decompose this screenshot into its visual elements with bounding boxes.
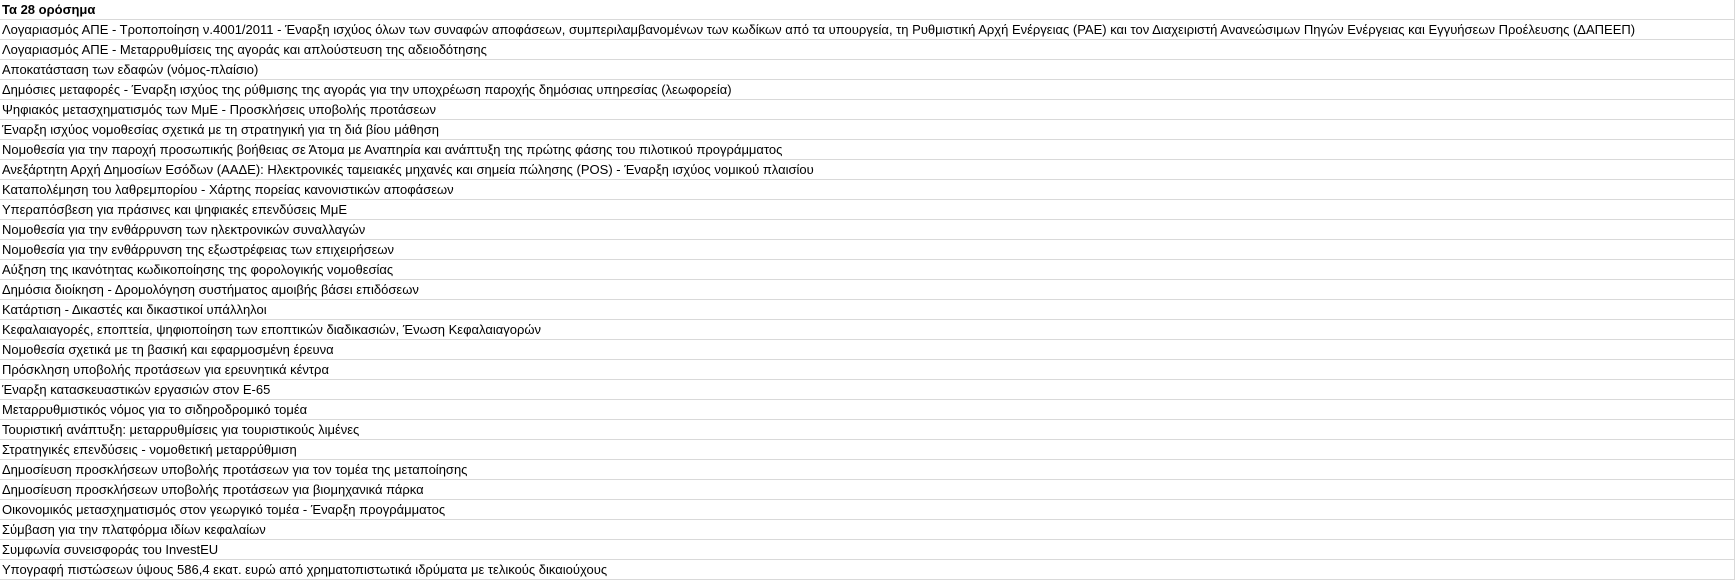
milestone-cell[interactable]: Λογαριασμός ΑΠΕ - Τροποποίηση ν.4001/201… — [0, 19, 1735, 40]
table-row: Λογαριασμός ΑΠΕ - Μεταρρυθμίσεις της αγο… — [0, 39, 1735, 60]
milestone-cell[interactable]: Αποκατάσταση των εδαφών (νόμος-πλαίσιο) — [0, 59, 1735, 80]
milestone-cell[interactable]: Δημοσίευση προσκλήσεων υποβολής προτάσεω… — [0, 479, 1735, 500]
milestone-cell[interactable]: Τουριστική ανάπτυξη: μεταρρυθμίσεις για … — [0, 419, 1735, 440]
milestone-cell[interactable]: Κατάρτιση - Δικαστές και δικαστικοί υπάλ… — [0, 299, 1735, 320]
table-row: Πρόσκληση υποβολής προτάσεων για ερευνητ… — [0, 359, 1735, 380]
table-row: Ανεξάρτητη Αρχή Δημοσίων Εσόδων (ΑΑΔΕ): … — [0, 159, 1735, 180]
table-row: Υπεραπόσβεση για πράσινες και ψηφιακές ε… — [0, 199, 1735, 220]
milestone-cell[interactable]: Λογαριασμός ΑΠΕ - Μεταρρυθμίσεις της αγο… — [0, 39, 1735, 60]
header-cell[interactable]: Τα 28 ορόσημα — [0, 0, 1735, 20]
milestone-cell[interactable]: Νομοθεσία σχετικά με τη βασική και εφαρμ… — [0, 339, 1735, 360]
milestone-cell[interactable]: Αύξηση της ικανότητας κωδικοποίησης της … — [0, 259, 1735, 280]
milestone-cell[interactable]: Έναρξη κατασκευαστικών εργασιών στον Ε-6… — [0, 379, 1735, 400]
table-row: Δημοσίευση προσκλήσεων υποβολής προτάσεω… — [0, 479, 1735, 500]
table-row: Δημόσιες μεταφορές - Έναρξη ισχύος της ρ… — [0, 79, 1735, 100]
sheet-body: Τα 28 ορόσημα Λογαριασμός ΑΠΕ - Τροποποί… — [0, 0, 1735, 580]
spreadsheet-grid: Τα 28 ορόσημα Λογαριασμός ΑΠΕ - Τροποποί… — [0, 0, 1735, 580]
table-row: Αποκατάσταση των εδαφών (νόμος-πλαίσιο) — [0, 59, 1735, 80]
milestone-cell[interactable]: Νομοθεσία για την ενθάρρυνση της εξωστρέ… — [0, 239, 1735, 260]
milestone-cell[interactable]: Υπεραπόσβεση για πράσινες και ψηφιακές ε… — [0, 199, 1735, 220]
table-row: Στρατηγικές επενδύσεις - νομοθετική μετα… — [0, 439, 1735, 460]
table-row: Τουριστική ανάπτυξη: μεταρρυθμίσεις για … — [0, 419, 1735, 440]
table-row: Μεταρρυθμιστικός νόμος για το σιδηροδρομ… — [0, 399, 1735, 420]
milestone-cell[interactable]: Έναρξη ισχύος νομοθεσίας σχετικά με τη σ… — [0, 119, 1735, 140]
table-row: Οικονομικός μετασχηματισμός στον γεωργικ… — [0, 499, 1735, 520]
table-row: Έναρξη ισχύος νομοθεσίας σχετικά με τη σ… — [0, 119, 1735, 140]
milestone-cell[interactable]: Συμφωνία συνεισφοράς του InvestEU — [0, 539, 1735, 560]
milestone-cell[interactable]: Δημόσια διοίκηση - Δρομολόγηση συστήματο… — [0, 279, 1735, 300]
table-row: Νομοθεσία για την ενθάρρυνση της εξωστρέ… — [0, 239, 1735, 260]
milestone-cell[interactable]: Ανεξάρτητη Αρχή Δημοσίων Εσόδων (ΑΑΔΕ): … — [0, 159, 1735, 180]
table-row: Λογαριασμός ΑΠΕ - Τροποποίηση ν.4001/201… — [0, 19, 1735, 40]
milestone-cell[interactable]: Νομοθεσία για την παροχή προσωπικής βοήθ… — [0, 139, 1735, 160]
milestone-cell[interactable]: Μεταρρυθμιστικός νόμος για το σιδηροδρομ… — [0, 399, 1735, 420]
milestone-cell[interactable]: Στρατηγικές επενδύσεις - νομοθετική μετα… — [0, 439, 1735, 460]
table-row: Έναρξη κατασκευαστικών εργασιών στον Ε-6… — [0, 379, 1735, 400]
milestone-cell[interactable]: Δημόσιες μεταφορές - Έναρξη ισχύος της ρ… — [0, 79, 1735, 100]
milestone-cell[interactable]: Νομοθεσία για την ενθάρρυνση των ηλεκτρο… — [0, 219, 1735, 240]
table-row: Κατάρτιση - Δικαστές και δικαστικοί υπάλ… — [0, 299, 1735, 320]
milestone-cell[interactable]: Κεφαλαιαγορές, εποπτεία, ψηφιοποίηση των… — [0, 319, 1735, 340]
table-row: Κεφαλαιαγορές, εποπτεία, ψηφιοποίηση των… — [0, 319, 1735, 340]
table-row: Υπογραφή πιστώσεων ύψους 586,4 εκατ. ευρ… — [0, 559, 1735, 580]
milestone-cell[interactable]: Δημοσίευση προσκλήσεων υποβολής προτάσεω… — [0, 459, 1735, 480]
table-row: Ψηφιακός μετασχηματισμός των ΜμΕ - Προσκ… — [0, 99, 1735, 120]
table-row: Νομοθεσία για την ενθάρρυνση των ηλεκτρο… — [0, 219, 1735, 240]
table-row: Νομοθεσία σχετικά με τη βασική και εφαρμ… — [0, 339, 1735, 360]
table-row: Δημοσίευση προσκλήσεων υποβολής προτάσεω… — [0, 459, 1735, 480]
milestone-cell[interactable]: Πρόσκληση υποβολής προτάσεων για ερευνητ… — [0, 359, 1735, 380]
milestone-cell[interactable]: Υπογραφή πιστώσεων ύψους 586,4 εκατ. ευρ… — [0, 559, 1735, 580]
table-row: Νομοθεσία για την παροχή προσωπικής βοήθ… — [0, 139, 1735, 160]
table-row: Καταπολέμηση του λαθρεμπορίου - Χάρτης π… — [0, 179, 1735, 200]
table-row: Συμφωνία συνεισφοράς του InvestEU — [0, 539, 1735, 560]
table-row: Αύξηση της ικανότητας κωδικοποίησης της … — [0, 259, 1735, 280]
table-row: Δημόσια διοίκηση - Δρομολόγηση συστήματο… — [0, 279, 1735, 300]
table-row: Σύμβαση για την πλατφόρμα ιδίων κεφαλαίω… — [0, 519, 1735, 540]
milestone-cell[interactable]: Σύμβαση για την πλατφόρμα ιδίων κεφαλαίω… — [0, 519, 1735, 540]
milestone-cell[interactable]: Ψηφιακός μετασχηματισμός των ΜμΕ - Προσκ… — [0, 99, 1735, 120]
milestone-cell[interactable]: Καταπολέμηση του λαθρεμπορίου - Χάρτης π… — [0, 179, 1735, 200]
milestone-cell[interactable]: Οικονομικός μετασχηματισμός στον γεωργικ… — [0, 499, 1735, 520]
header-row: Τα 28 ορόσημα — [0, 0, 1735, 20]
